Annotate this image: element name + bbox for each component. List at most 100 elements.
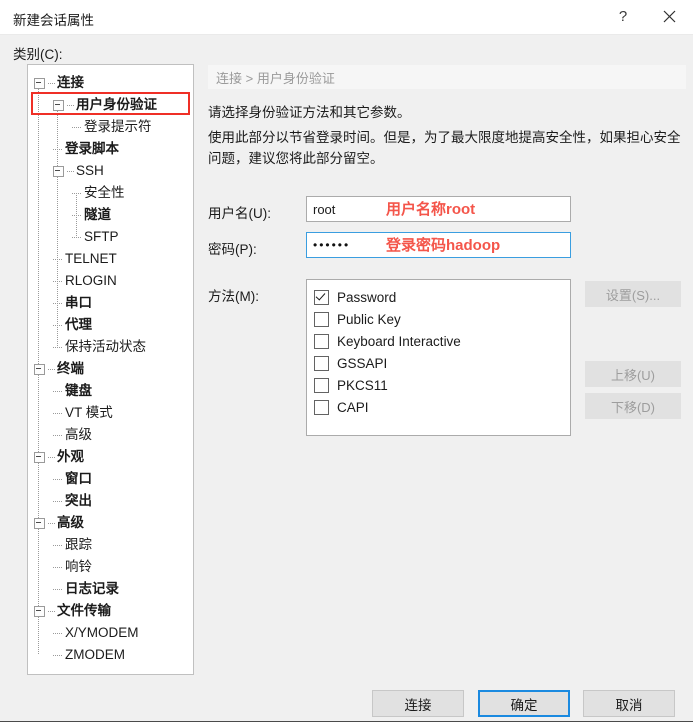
auth-method-label: GSSAPI	[337, 355, 388, 371]
auth-method-item[interactable]: Password	[314, 286, 570, 308]
auth-method-list[interactable]: Password Public Key Keyboard Interactive GS…	[306, 279, 571, 436]
auth-method-label: Public Key	[337, 311, 401, 327]
tree-item[interactable]: 登录脚本	[53, 138, 119, 160]
tree-item[interactable]: 响铃	[53, 556, 92, 578]
tree-connector	[53, 496, 63, 507]
tree-item[interactable]: 安全性	[72, 182, 125, 204]
tree-item[interactable]: VT 模式	[53, 402, 113, 424]
window-title: 新建会话属性	[13, 13, 94, 28]
category-tree-panel[interactable]: 连接 用户身份验证 登录提示符登录脚本 SSH 安全性隧道 SFTP TELNET RLOGI…	[27, 64, 194, 675]
tree-item[interactable]: 登录提示符	[72, 116, 152, 138]
tree-item-label: 突出	[65, 493, 92, 508]
tree-connector	[48, 368, 55, 370]
tree-item[interactable]: 终端	[34, 358, 84, 380]
checkbox-unchecked-icon[interactable]	[314, 333, 329, 349]
tree-expander-collapse-icon[interactable]	[34, 517, 45, 529]
tree-expander-collapse-icon[interactable]	[34, 363, 45, 375]
tree-connector	[48, 456, 55, 458]
tree-item-label: TELNET	[65, 251, 117, 266]
tree-item[interactable]: 用户身份验证	[53, 94, 157, 116]
tree-item-label: 安全性	[84, 185, 125, 200]
tree-item[interactable]: TELNET	[53, 248, 117, 270]
tree-connector	[53, 474, 63, 485]
move-down-button[interactable]: 下移(D)	[585, 393, 681, 419]
tree-item[interactable]: X/YMODEM	[53, 622, 139, 644]
title-bar: 新建会话属性 ?	[0, 0, 693, 35]
tree-item[interactable]: 串口	[53, 292, 92, 314]
tree-connector	[48, 82, 55, 84]
close-button[interactable]	[646, 0, 692, 33]
tree-connector	[53, 386, 63, 397]
tree-item-label: 文件传输	[57, 603, 111, 618]
checkbox-unchecked-icon[interactable]	[314, 377, 329, 393]
connect-button[interactable]: 连接	[372, 690, 464, 717]
tree-item[interactable]: 日志记录	[53, 578, 119, 600]
tree-item[interactable]: 窗口	[53, 468, 92, 490]
checkbox-unchecked-icon[interactable]	[314, 311, 329, 327]
tree-item[interactable]: 保持活动状态	[53, 336, 146, 358]
auth-method-item[interactable]: Public Key	[314, 308, 570, 330]
tree-item[interactable]: SFTP	[72, 226, 119, 248]
tree-connector	[53, 628, 63, 639]
password-label: 密码(P):	[208, 242, 257, 257]
tree-item[interactable]: ZMODEM	[53, 644, 125, 666]
move-up-button[interactable]: 上移(U)	[585, 361, 681, 387]
tree-item-label: RLOGIN	[65, 273, 117, 288]
help-button[interactable]: ?	[600, 0, 646, 33]
tree-item[interactable]: 连接	[34, 72, 84, 94]
password-input[interactable]: ••••••	[306, 232, 571, 258]
checkbox-unchecked-icon[interactable]	[314, 355, 329, 371]
tree-item[interactable]: 外观	[34, 446, 84, 468]
auth-method-label: Password	[337, 289, 397, 305]
cancel-button[interactable]: 取消	[583, 690, 675, 717]
tree-item[interactable]: RLOGIN	[53, 270, 117, 292]
tree-expander-collapse-icon[interactable]	[34, 451, 45, 463]
tree-expander-collapse-icon[interactable]	[53, 99, 64, 111]
tree-item[interactable]: 跟踪	[53, 534, 92, 556]
auth-method-item[interactable]: GSSAPI	[314, 352, 570, 374]
tree-item-label: 窗口	[65, 471, 92, 486]
tree-item[interactable]: 高级	[34, 512, 84, 534]
tree-item-label: SFTP	[84, 229, 119, 244]
tree-item[interactable]: 键盘	[53, 380, 92, 402]
tree-item-label: SSH	[76, 163, 104, 178]
tree-connector	[53, 584, 63, 595]
auth-method-item[interactable]: CAPI	[314, 396, 570, 418]
tree-item-label: ZMODEM	[65, 647, 125, 662]
methods-label: 方法(M):	[208, 289, 259, 304]
settings-button[interactable]: 设置(S)...	[585, 281, 681, 307]
tree-connector	[53, 430, 63, 441]
tree-item-label: 代理	[65, 317, 92, 332]
tree-item-label: 跟踪	[65, 537, 92, 552]
tree-item[interactable]: 突出	[53, 490, 92, 512]
tree-item-label: 登录脚本	[65, 141, 119, 156]
ok-button[interactable]: 确定	[478, 690, 570, 717]
tree-item-label: 键盘	[65, 383, 92, 398]
tree-item[interactable]: 代理	[53, 314, 92, 336]
tree-item-label: 外观	[57, 449, 84, 464]
tree-expander-collapse-icon[interactable]	[34, 605, 45, 617]
password-value: ••••••	[313, 238, 351, 252]
tree-expander-collapse-icon[interactable]	[34, 77, 45, 89]
close-icon	[663, 10, 676, 23]
username-input[interactable]: root	[306, 196, 571, 222]
tree-item[interactable]: 文件传输	[34, 600, 111, 622]
tree-item-label: 串口	[65, 295, 92, 310]
tree-item-label: 日志记录	[65, 581, 119, 596]
tree-connector	[53, 254, 63, 265]
tree-item[interactable]: 隧道	[72, 204, 111, 226]
tree-connector	[53, 650, 63, 661]
tree-connector	[72, 188, 82, 199]
tree-connector	[53, 408, 63, 419]
tree-expander-collapse-icon[interactable]	[53, 165, 64, 177]
tree-connector	[53, 562, 63, 573]
tree-item[interactable]: SSH	[53, 160, 104, 182]
tree-item[interactable]: 高级	[53, 424, 92, 446]
checkbox-unchecked-icon[interactable]	[314, 399, 329, 415]
checkbox-checked-icon[interactable]	[314, 289, 329, 305]
tree-item-label: 响铃	[65, 559, 92, 574]
username-value: root	[313, 201, 336, 217]
auth-method-item[interactable]: Keyboard Interactive	[314, 330, 570, 352]
auth-method-item[interactable]: PKCS11	[314, 374, 570, 396]
tree-item-label: 高级	[65, 427, 92, 442]
